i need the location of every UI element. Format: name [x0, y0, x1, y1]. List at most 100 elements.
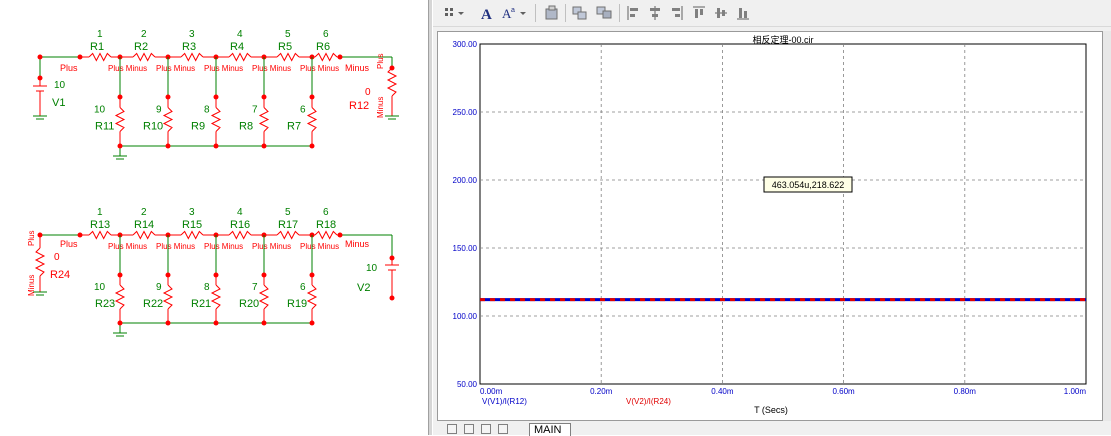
series-resistor-label: R16: [230, 219, 250, 231]
node-number: 4: [237, 207, 243, 218]
node-number: 2: [141, 207, 147, 218]
x-tick-label: 0.20m: [590, 387, 613, 396]
tile-icon[interactable]: [595, 4, 613, 22]
shunt-resistor-label: R9: [191, 121, 205, 133]
y-tick-label: 100.00: [453, 312, 478, 321]
y-tick-label: 50.00: [457, 380, 478, 389]
align-left-icon[interactable]: [625, 4, 641, 22]
shunt-resistor-label: R11: [95, 121, 114, 133]
last-tab-button[interactable]: [498, 424, 508, 434]
align-top-icon[interactable]: [691, 4, 707, 22]
copy-plot-icon[interactable]: [543, 4, 561, 22]
pin-label-plus-minus: Plus Minus: [252, 242, 291, 251]
bottom-circuit[interactable]: R131 R142 Plus Minus R153 Plus Minus R164 Plus…: [27, 207, 399, 337]
first-tab-button[interactable]: [447, 424, 457, 434]
tab-bar: MAIN: [433, 421, 1111, 436]
series-resistor-label: R3: [182, 41, 196, 53]
node-number: 3: [189, 207, 195, 218]
schematic-canvas[interactable]: R11R22Plus MinusR33Plus MinusR44Plus Min…: [0, 0, 428, 435]
y-tick-label: 150.00: [453, 244, 478, 253]
trace-label-v2[interactable]: V(V2)/I(R24): [626, 397, 671, 406]
node-number: 6: [323, 207, 329, 218]
shunt-resistor-label: R10: [143, 121, 163, 133]
next-tab-button[interactable]: [481, 424, 491, 434]
shunt-resistor-label: R22: [143, 298, 163, 310]
series-resistor-label: R14: [134, 219, 154, 231]
node-number: 5: [285, 29, 291, 40]
x-tick-label: 0.00m: [480, 387, 503, 396]
r12-label: R12: [349, 100, 369, 112]
shunt-resistor-label: R8: [239, 121, 253, 133]
align-right-icon[interactable]: [669, 4, 685, 22]
pin-label-plus-minus: Plus Minus: [204, 242, 243, 251]
series-resistor-r1[interactable]: R11: [77, 29, 121, 62]
x-tick-label: 0.60m: [832, 387, 855, 396]
series-resistor-label: R4: [230, 41, 244, 53]
stack-icon[interactable]: [571, 4, 589, 22]
align-center-icon[interactable]: [647, 4, 663, 22]
shunt-resistor-label: R7: [287, 121, 301, 133]
node-number: 5: [285, 207, 291, 218]
series-resistor-r6[interactable]: R66 Plus Minus: [300, 29, 340, 73]
shunt-resistor-label: R21: [191, 298, 211, 310]
x-tick-label: 0.80m: [954, 387, 977, 396]
series-resistor-label: R17: [278, 219, 298, 231]
pin-label-plus-minus: Plus Minus: [252, 64, 291, 73]
label-style-icon[interactable]: A a: [501, 4, 527, 22]
pin-label-plus-minus: Plus Minus: [108, 242, 147, 251]
pin-label-plus-minus: Plus Minus: [156, 64, 195, 73]
tab-main[interactable]: MAIN: [529, 423, 571, 436]
align-middle-icon[interactable]: [713, 4, 729, 22]
svg-text:A: A: [481, 7, 492, 22]
pin-label-plus-minus: Plus Minus: [156, 242, 195, 251]
shunt-resistor-value: 8: [204, 282, 210, 293]
pin-label-plus-minus: Plus Minus: [300, 242, 339, 251]
y-tick-label: 200.00: [453, 176, 478, 185]
pin-label-plus-minus: Plus Minus: [108, 64, 147, 73]
r12-value: 0: [365, 87, 371, 98]
r24-value: 0: [54, 252, 60, 263]
prev-tab-button[interactable]: [464, 424, 474, 434]
trace-label-v1[interactable]: V(V1)/I(R12): [482, 397, 527, 406]
r24-pin-plus: Plus: [27, 230, 36, 246]
shunt-resistor-value: 9: [156, 105, 162, 116]
shunt-resistor-value: 6: [300, 105, 306, 116]
bottom-pin-plus: Plus: [60, 239, 78, 249]
y-tick-label: 300.00: [453, 40, 478, 49]
pin-label-plus-minus: Plus Minus: [300, 64, 339, 73]
series-resistor-label: R5: [278, 41, 292, 53]
node-number: 1: [97, 29, 103, 40]
r24-pin-minus: Minus: [27, 275, 36, 296]
series-resistor-label: R6: [316, 41, 330, 53]
r24-label: R24: [50, 269, 70, 281]
series-resistor-label: R1: [90, 41, 104, 53]
x-tick-label: 0.40m: [711, 387, 734, 396]
shunt-resistor-label: R19: [287, 298, 307, 310]
x-tick-label: 1.00m: [1064, 387, 1087, 396]
grid-icon[interactable]: [443, 4, 465, 22]
bottom-pin-minus: Minus: [345, 239, 370, 249]
node-number: 1: [97, 207, 103, 218]
plot-title: 相反定理-00.cir: [752, 34, 813, 45]
voltage-source-v2[interactable]: 10 V2: [357, 255, 399, 301]
r12-pin-minus: Minus: [376, 97, 385, 118]
node-number: 2: [141, 29, 147, 40]
series-resistor-r13[interactable]: R131: [77, 207, 121, 240]
plot-toolbar: A A a: [433, 0, 1111, 27]
plot-area[interactable]: 300.00 250.00 200.00 150.00 100.00 50.00 0.00…: [437, 31, 1103, 421]
shunt-resistor-value: 7: [252, 282, 258, 293]
v1-value: 10: [54, 80, 66, 91]
node-number: 3: [189, 29, 195, 40]
pin-label-plus-minus: Plus Minus: [204, 64, 243, 73]
plot-svg[interactable]: 300.00 250.00 200.00 150.00 100.00 50.00 0.00…: [438, 32, 1102, 420]
align-bottom-icon[interactable]: [735, 4, 751, 22]
shunt-resistor-value: 8: [204, 105, 210, 116]
font-icon[interactable]: A: [479, 4, 495, 22]
shunt-resistor-value: 6: [300, 282, 306, 293]
vertical-scrollbar[interactable]: [1103, 31, 1111, 421]
v1-label: V1: [52, 97, 65, 109]
series-resistor-label: R18: [316, 219, 336, 231]
series-resistor-r18[interactable]: R186 Plus Minus: [300, 207, 340, 251]
top-circuit[interactable]: R11 R22 Plus Minus R33 Plus Minus R44 Plus Min…: [33, 29, 399, 160]
cursor-readout: 463.054u,218.622: [763, 176, 853, 193]
